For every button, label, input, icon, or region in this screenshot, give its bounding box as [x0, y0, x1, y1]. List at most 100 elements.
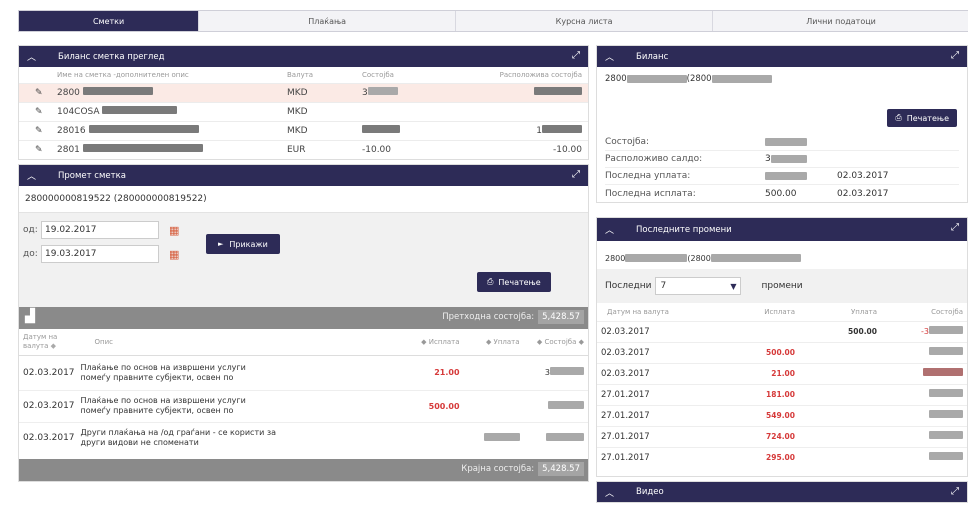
expand-icon[interactable]: ⤢ [951, 486, 959, 497]
column-header: ◆ Уплата [485, 337, 520, 346]
table-row[interactable]: 27.01.2017 724.00 [597, 426, 967, 447]
account-number: 280000000819522 (280000000819522) [19, 186, 588, 212]
currency: MKD [287, 101, 362, 121]
table-row[interactable]: ✎ 2800 MKD 3 [19, 82, 588, 102]
final-state-label: Крајна состојба: [461, 464, 535, 474]
turnover-panel: ︿ Промет сметка ⤢ 280000000819522 (28000… [18, 164, 589, 482]
balance-account: 2800 (2800 [597, 67, 967, 91]
column-header: ◆ Состојба ◆ [536, 337, 584, 346]
table-row[interactable]: 02.03.2017 21.00 [597, 363, 967, 384]
row-description: Други плаќања на /од граѓани - се корист… [80, 428, 277, 448]
row-payout: 500.00 [766, 348, 795, 357]
account-name: 104COSA [57, 107, 100, 117]
collapse-chevron-icon[interactable]: ︿ [27, 169, 36, 182]
show-button[interactable]: ► Прикажи [206, 234, 280, 254]
changes-count-select[interactable]: 7 ▼ [655, 277, 742, 295]
table-row[interactable]: ✎ 104COSA MKD [19, 101, 588, 121]
table-row[interactable]: ✎ 2801 EUR -10.00 -10.00 [19, 139, 588, 159]
table-row[interactable]: 27.01.2017 549.00 [597, 405, 967, 426]
row-payout: 21.00 [434, 368, 460, 377]
masked-value [770, 155, 807, 163]
collapse-chevron-icon[interactable]: ︿ [605, 50, 614, 63]
panel-title: Промет сметка [58, 170, 126, 181]
expand-icon[interactable]: ⤢ [572, 50, 580, 61]
table-row[interactable]: 02.03.2017 Други плаќања на /од граѓани … [19, 422, 588, 454]
masked-value [362, 125, 400, 133]
available: -10.00 [447, 139, 588, 159]
table-row[interactable]: 02.03.2017 500.00 [597, 342, 967, 363]
balance-overview-header: ︿ Биланс сметка преглед ⤢ [19, 46, 588, 67]
print-button[interactable]: ⎙ Печатење [477, 272, 551, 292]
tab-payments[interactable]: Плаќања [199, 11, 457, 31]
edit-icon[interactable]: ✎ [19, 82, 57, 102]
row-state: -3 [921, 327, 929, 336]
state: -10.00 [362, 139, 447, 159]
tab-exchange-rates[interactable]: Курсна листа [456, 11, 714, 31]
masked-value [765, 172, 807, 180]
row-payout: 724.00 [766, 432, 795, 441]
last-payout-date: 02.03.2017 [837, 188, 889, 199]
column-header: Датум на валута ◆ [23, 332, 58, 350]
currency: MKD [287, 120, 362, 140]
balance-overview-panel: ︿ Биланс сметка преглед ⤢ Име на сметка … [18, 45, 589, 160]
tab-personal-data[interactable]: Лични податоци [713, 11, 968, 31]
row-date: 02.03.2017 [601, 368, 650, 379]
expand-icon[interactable]: ⤢ [572, 169, 580, 180]
table-row[interactable]: 27.01.2017 295.00 [597, 447, 967, 468]
row-payin: 500.00 [848, 327, 877, 336]
table-row[interactable]: 27.01.2017 181.00 [597, 384, 967, 405]
last-payout-value: 500.00 [765, 188, 797, 199]
last-label: Последни [605, 281, 652, 291]
calendar-icon[interactable]: ▦ [169, 224, 179, 237]
final-state-value: 5,428.57 [538, 462, 584, 476]
collapse-chevron-icon[interactable]: ︿ [605, 486, 614, 499]
balance-details: Состојба: Расположиво салдо: 3 Последна … [605, 134, 959, 202]
masked-value [88, 125, 199, 133]
available-label: Расположиво салдо: [605, 154, 703, 164]
masked-value [542, 125, 582, 133]
masked-value [367, 87, 398, 95]
row-date: 02.03.2017 [601, 326, 650, 337]
video-panel: ︿ Видео ⤢ [596, 481, 968, 503]
expand-icon[interactable]: ⤢ [951, 50, 959, 61]
table-row[interactable]: 02.03.2017 500.00 -3 [597, 321, 967, 342]
edit-icon[interactable]: ✎ [19, 120, 57, 140]
row-date: 27.01.2017 [601, 410, 650, 421]
row-payout: 181.00 [766, 390, 795, 399]
masked-value [711, 75, 772, 83]
final-state-bar: Крајна состојба: 5,428.57 [19, 459, 588, 481]
main-tabs: Сметки Плаќања Курсна листа Лични подато… [18, 10, 968, 32]
row-description: Плаќање по основ на извршени услуги помеѓ… [80, 362, 246, 382]
expand-icon[interactable]: ⤢ [951, 222, 959, 233]
calendar-icon[interactable]: ▦ [169, 248, 179, 261]
previous-state-label: Претходна состојба: [442, 312, 535, 322]
edit-icon[interactable]: ✎ [19, 101, 57, 121]
masked-value [765, 138, 807, 146]
table-row[interactable]: 02.03.2017 Плаќање по основ на извршени … [19, 355, 588, 390]
masked-value [550, 367, 584, 375]
masked-value [929, 326, 963, 334]
collapse-chevron-icon[interactable]: ︿ [605, 223, 614, 236]
from-date-input[interactable]: 19.02.2017 [41, 221, 159, 239]
table-row[interactable]: ✎ 28016 MKD 1 [19, 120, 588, 140]
collapse-chevron-icon[interactable]: ︿ [27, 50, 36, 63]
chart-icon[interactable]: ▟ [25, 309, 35, 324]
column-header: ◆ Исплата [421, 337, 460, 346]
table-row[interactable]: 02.03.2017 Плаќање по основ на извршени … [19, 390, 588, 422]
panel-title: Видео [636, 487, 664, 497]
changes-table: Датум на валута Исплата Уплата Состојба … [597, 303, 967, 468]
edit-icon[interactable]: ✎ [19, 139, 57, 159]
panel-title: Последните промени [636, 224, 732, 235]
row-payout: 21.00 [771, 369, 795, 378]
print-button[interactable]: ⎙ Печатење [887, 109, 957, 127]
tab-accounts[interactable]: Сметки [19, 11, 200, 31]
to-date-input[interactable]: 19.03.2017 [41, 245, 159, 263]
row-date: 02.03.2017 [601, 347, 650, 358]
masked-value [929, 347, 963, 355]
column-header: Состојба [362, 70, 394, 79]
dropdown-arrow-icon: ▼ [730, 281, 737, 291]
masked-value [82, 87, 153, 95]
row-payout: 295.00 [766, 453, 795, 463]
currency: MKD [287, 82, 362, 102]
column-header: Опис [94, 337, 114, 346]
